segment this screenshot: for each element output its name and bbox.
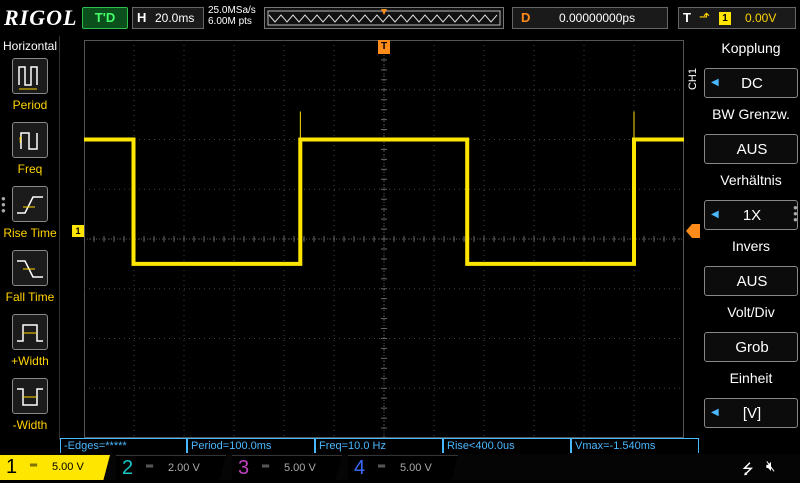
dc-coupling-icon: ═ xyxy=(262,461,270,472)
menu-item-value-box[interactable]: ◀ 1X xyxy=(704,200,798,230)
menu-item-value-box[interactable]: Grob xyxy=(704,332,798,362)
memory-trigger-marker xyxy=(381,9,387,15)
fall-time-icon xyxy=(17,260,43,278)
channel-number: 1 xyxy=(6,456,18,478)
memory-depth: 6.00M pts xyxy=(208,16,252,27)
channel-scale: 5.00 V xyxy=(284,462,316,474)
pos-width-icon xyxy=(17,324,43,342)
timebase-value: 20.0ms xyxy=(155,11,195,25)
top-status-bar: RIGOL T'D H 20.0ms 25.0MSa/s 6.00M pts D… xyxy=(0,0,800,36)
measurement-readout[interactable]: Vmax=-1.540ms xyxy=(571,438,699,453)
measure-fall-time-button[interactable] xyxy=(12,250,48,286)
menu-item-value-box[interactable]: AUS xyxy=(704,266,798,296)
measure-item-label: -Width xyxy=(12,418,48,432)
rising-edge-icon: ⬏ xyxy=(699,9,710,24)
trigger-level-value: 0.00V xyxy=(745,11,777,25)
measure-freq-button[interactable]: f xyxy=(12,122,48,158)
dc-coupling-icon: ═ xyxy=(378,461,386,472)
measurement-readout[interactable]: -Edges=***** xyxy=(60,438,187,453)
menu-item-value-box[interactable]: AUS xyxy=(704,134,798,164)
measurement-readout[interactable]: Rise<400.0us xyxy=(443,438,571,453)
menu-item-value: DC xyxy=(741,75,763,92)
memory-overview-bar[interactable] xyxy=(264,7,504,29)
menu-item-value: Grob xyxy=(735,339,769,356)
rise-time-icon xyxy=(17,196,43,214)
channel-scale: 5.00 V xyxy=(52,461,84,473)
channel-number: 3 xyxy=(238,457,250,479)
measure-rise-time-button[interactable] xyxy=(12,186,48,222)
period-icon xyxy=(18,66,38,90)
sample-rate: 25.0MSa/s xyxy=(208,5,256,16)
menu-item-value: 1X xyxy=(742,207,762,224)
measure-period-button[interactable] xyxy=(12,58,48,94)
channel-number: 4 xyxy=(354,457,366,479)
page-dots-icon: ● ● ● xyxy=(1,194,6,215)
menu-item-title: Invers xyxy=(731,238,771,254)
channel-1-status[interactable]: 1 ═ 5.00 V xyxy=(0,455,110,480)
horizontal-timebase[interactable]: H 20.0ms xyxy=(132,7,204,29)
measure-menu-title: Horizontal xyxy=(3,39,58,53)
channel-4-status[interactable]: 4 ═ 5.00 V xyxy=(348,455,458,480)
neg-width-icon xyxy=(17,388,43,406)
brand-logo: RIGOL xyxy=(4,5,78,30)
channel-menu-label: CH1 xyxy=(687,68,699,91)
usb-icon: ⭍ xyxy=(742,461,754,477)
measurement-readout[interactable]: Freq=10.0 Hz xyxy=(315,438,443,453)
graticule xyxy=(83,39,685,439)
measure-item-label: Rise Time xyxy=(3,226,57,240)
trigger-label: T xyxy=(683,10,691,25)
page-dots-icon: ● ● ● xyxy=(793,203,798,224)
waveform-display[interactable] xyxy=(83,39,685,439)
menu-item-title: Volt/Div xyxy=(727,304,775,320)
measure-item-label: Fall Time xyxy=(5,290,55,304)
mute-icon[interactable]: 🔇︎ xyxy=(766,458,775,475)
delay-display[interactable]: D 0.00000000ps xyxy=(512,7,668,29)
measure-item-label: Freq xyxy=(17,162,43,176)
menu-item-value: AUS xyxy=(736,141,768,158)
memory-overview-waveform xyxy=(267,9,501,26)
channel-3-status[interactable]: 3 ═ 5.00 V xyxy=(232,455,342,480)
system-status-area: ⭍ 🔇︎ xyxy=(700,456,800,480)
channel-scale: 2.00 V xyxy=(168,462,200,474)
menu-item-value: AUS xyxy=(736,273,768,290)
menu-item-value-box[interactable]: ◀ DC xyxy=(704,68,798,98)
menu-item-title: Einheit xyxy=(729,370,773,386)
menu-item-title: Verhältnis xyxy=(720,172,782,188)
horizontal-label: H xyxy=(137,10,147,25)
measure-neg-width-button[interactable] xyxy=(12,378,48,414)
menu-item-value-box[interactable]: ◀ [V] xyxy=(704,398,798,428)
measure-pos-width-button[interactable] xyxy=(12,314,48,350)
ch1-offset-marker[interactable]: 1 xyxy=(72,225,84,237)
channel-scale: 5.00 V xyxy=(400,462,432,474)
channel-number: 2 xyxy=(122,457,134,479)
freq-icon: f xyxy=(19,132,38,150)
trigger-level-marker[interactable] xyxy=(686,224,700,238)
measurement-readout[interactable]: Period=100.0ms xyxy=(187,438,315,453)
menu-item-value: [V] xyxy=(742,405,762,422)
trigger-source-badge: 1 xyxy=(719,12,731,25)
delay-label: D xyxy=(521,10,531,25)
trigger-position-marker[interactable]: T xyxy=(378,40,390,54)
run-status-badge[interactable]: T'D xyxy=(82,7,128,29)
measure-item-label: Period xyxy=(12,98,48,112)
menu-item-title: Kopplung xyxy=(721,40,781,56)
dc-coupling-icon: ═ xyxy=(146,461,154,472)
trigger-display[interactable]: T ⬏ 1 0.00V xyxy=(678,7,796,29)
channel-2-status[interactable]: 2 ═ 2.00 V xyxy=(116,455,226,480)
measure-item-label: +Width xyxy=(11,354,49,368)
menu-item-title: BW Grenzw. xyxy=(712,106,790,122)
dc-coupling-icon: ═ xyxy=(30,460,38,471)
delay-value: 0.00000000ps xyxy=(559,11,636,25)
